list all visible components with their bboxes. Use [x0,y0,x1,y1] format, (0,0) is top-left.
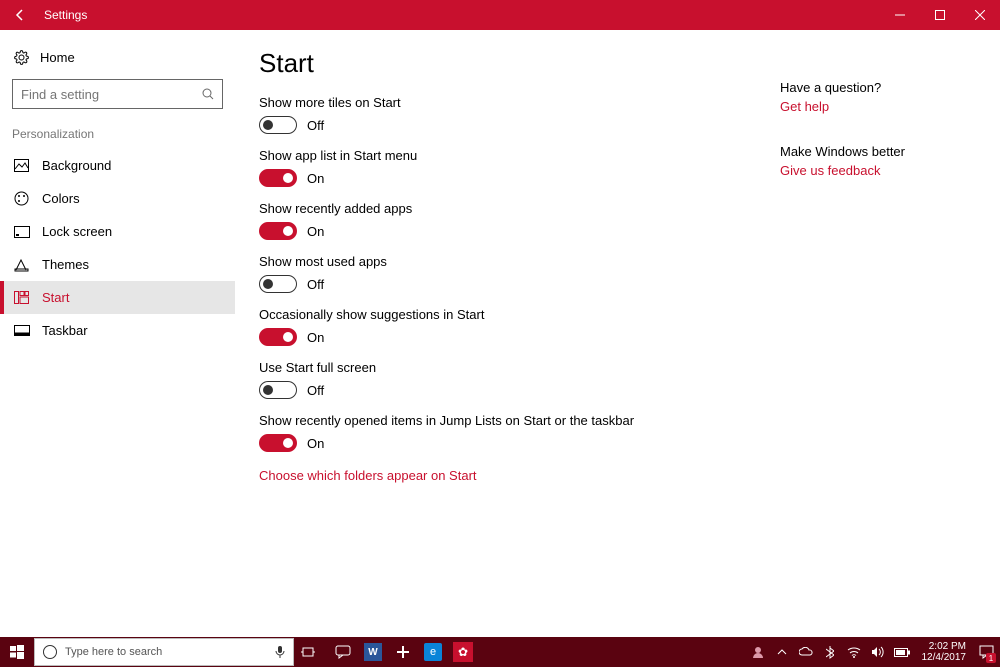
picture-icon [14,159,30,172]
gear-icon [14,50,30,65]
tray-sound-icon[interactable] [868,637,888,667]
taskbar-app-slack[interactable] [388,637,418,667]
tray-bluetooth-icon[interactable] [820,637,840,667]
themes-icon [14,258,30,272]
tray-chevron-up-icon[interactable] [772,637,792,667]
back-button[interactable] [0,0,40,30]
right-column: Have a question? Get help Make Windows b… [780,48,970,637]
cortana-icon [43,645,57,659]
taskbar-app-word[interactable]: W [358,637,388,667]
sidebar-item-start[interactable]: Start [0,281,235,314]
action-center-badge: 1 [986,653,996,663]
toggle-state-text: On [307,171,324,186]
settings-search[interactable] [12,79,223,109]
taskbar-search[interactable]: Type here to search [34,638,294,666]
get-help-link[interactable]: Get help [780,99,970,114]
taskbar-app-edge[interactable]: e [418,637,448,667]
sidebar-item-label: Taskbar [42,323,88,338]
sidebar-item-taskbar[interactable]: Taskbar [0,314,235,347]
setting-label: Show more tiles on Start [259,95,780,110]
toggle-show-more-tiles[interactable] [259,116,297,134]
toggle-full-screen[interactable] [259,381,297,399]
maximize-button[interactable] [920,0,960,30]
toggle-state-text: Off [307,277,324,292]
sidebar-item-label: Themes [42,257,89,272]
toggle-recently-added[interactable] [259,222,297,240]
main-content: Start Show more tiles on Start Off Show … [259,48,780,637]
taskbar: Type here to search W e ✿ 2:02 PM 12/4/2… [0,637,1000,667]
task-view-button[interactable] [294,637,322,667]
home-button[interactable]: Home [0,44,235,75]
setting-label: Occasionally show suggestions in Start [259,307,780,322]
taskbar-date: 12/4/2017 [922,652,967,663]
setting-label: Show app list in Start menu [259,148,780,163]
taskbar-apps: W e ✿ [328,637,478,667]
taskbar-icon [14,325,30,336]
toggle-state-text: Off [307,383,324,398]
setting-suggestions: Occasionally show suggestions in Start O… [259,307,780,346]
tray-battery-icon[interactable] [892,637,912,667]
setting-show-app-list: Show app list in Start menu On [259,148,780,187]
setting-show-more-tiles: Show more tiles on Start Off [259,95,780,134]
app-title: Settings [40,8,880,22]
section-label: Personalization [0,123,235,149]
page-title: Start [259,48,780,79]
sidebar-item-themes[interactable]: Themes [0,248,235,281]
taskbar-clock[interactable]: 2:02 PM 12/4/2017 [916,641,973,663]
taskbar-search-placeholder: Type here to search [65,646,267,658]
system-tray [748,637,916,667]
close-button[interactable] [960,0,1000,30]
lockscreen-icon [14,226,30,238]
minimize-button[interactable] [880,0,920,30]
sidebar: Home Personalization Background Colors [0,30,235,637]
window-controls [880,0,1000,30]
sidebar-item-background[interactable]: Background [0,149,235,182]
sidebar-item-label: Start [42,290,69,305]
action-center-button[interactable]: 1 [972,637,1000,667]
toggle-state-text: On [307,330,324,345]
sidebar-item-label: Background [42,158,111,173]
toggle-jump-lists[interactable] [259,434,297,452]
taskbar-app-settings[interactable]: ✿ [448,637,478,667]
title-bar: Settings [0,0,1000,30]
setting-label: Use Start full screen [259,360,780,375]
setting-label: Show recently opened items in Jump Lists… [259,413,780,428]
start-icon [14,291,30,304]
setting-label: Show most used apps [259,254,780,269]
tray-wifi-icon[interactable] [844,637,864,667]
toggle-show-app-list[interactable] [259,169,297,187]
taskbar-app-messaging[interactable] [328,637,358,667]
setting-most-used: Show most used apps Off [259,254,780,293]
settings-search-input[interactable] [21,87,202,102]
setting-jump-lists: Show recently opened items in Jump Lists… [259,413,780,452]
palette-icon [14,191,30,206]
sidebar-item-colors[interactable]: Colors [0,182,235,215]
search-icon [202,88,214,100]
sidebar-item-lock-screen[interactable]: Lock screen [0,215,235,248]
question-heading: Have a question? [780,80,970,95]
toggle-state-text: On [307,224,324,239]
taskbar-time: 2:02 PM [922,641,967,652]
toggle-state-text: Off [307,118,324,133]
choose-folders-link[interactable]: Choose which folders appear on Start [259,468,780,483]
sidebar-item-label: Lock screen [42,224,112,239]
tray-onedrive-icon[interactable] [796,637,816,667]
setting-recently-added: Show recently added apps On [259,201,780,240]
mic-icon[interactable] [275,645,285,659]
start-button[interactable] [0,637,34,667]
home-label: Home [40,50,75,65]
setting-full-screen: Use Start full screen Off [259,360,780,399]
setting-label: Show recently added apps [259,201,780,216]
feedback-heading: Make Windows better [780,144,970,159]
toggle-suggestions[interactable] [259,328,297,346]
give-feedback-link[interactable]: Give us feedback [780,163,970,178]
toggle-state-text: On [307,436,324,451]
toggle-most-used[interactable] [259,275,297,293]
tray-people-icon[interactable] [748,637,768,667]
sidebar-item-label: Colors [42,191,80,206]
